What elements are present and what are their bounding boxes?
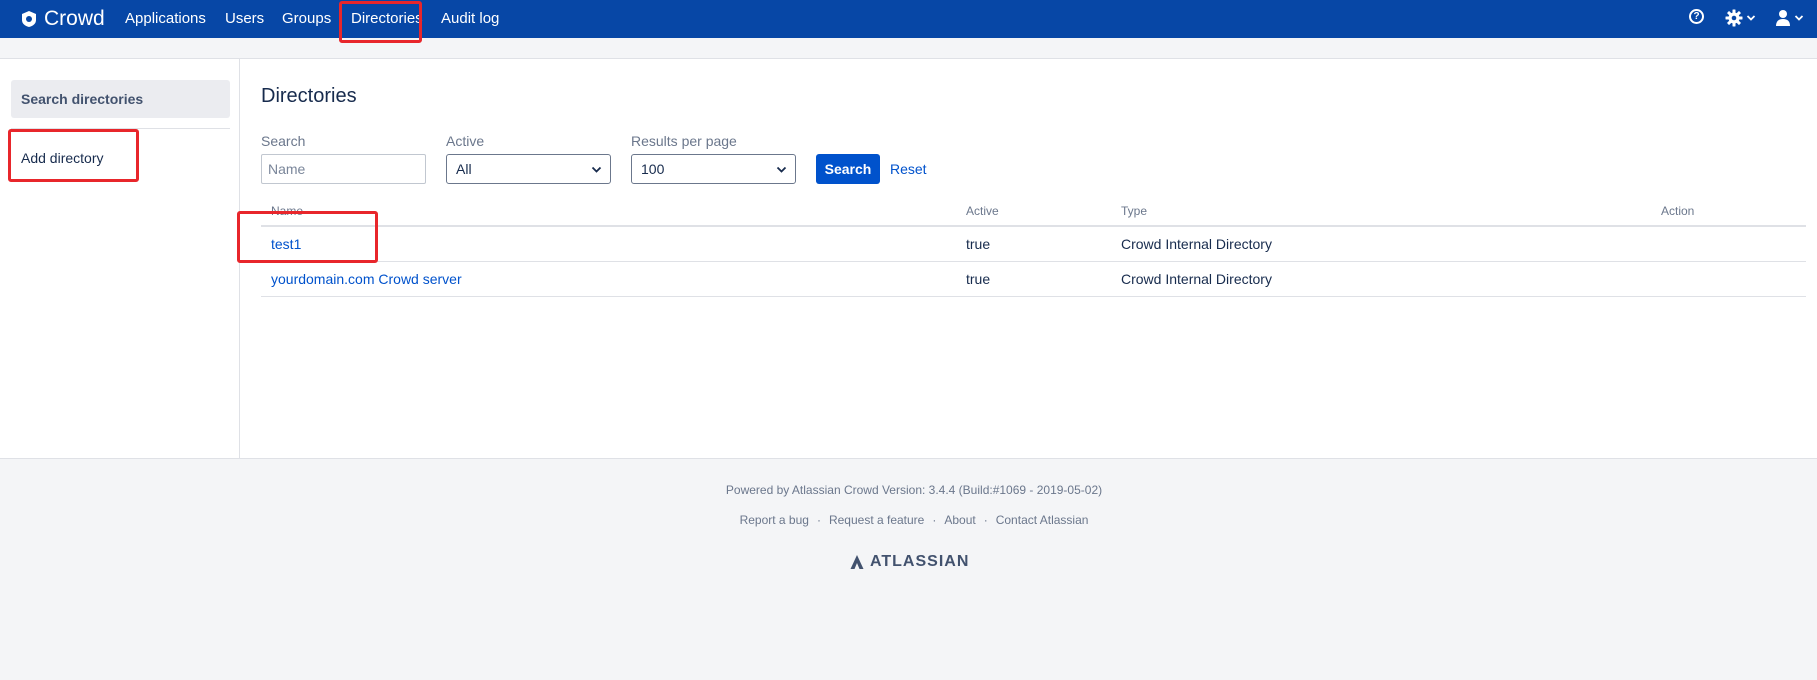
column-header-type: Type: [1121, 204, 1148, 218]
column-header-active: Active: [966, 204, 999, 218]
nav-directories[interactable]: Directories: [351, 10, 423, 28]
chevron-down-icon: [1794, 15, 1804, 21]
footer-separator: ·: [932, 513, 937, 527]
gear-icon: [1725, 9, 1743, 27]
nav-audit-log[interactable]: Audit log: [441, 10, 499, 28]
chevron-down-icon: [776, 166, 787, 173]
sidebar-divider: [11, 128, 230, 129]
content-area: Directories Search Active Results per pa…: [241, 59, 1817, 458]
sidebar: Search directories Add directory: [0, 59, 240, 458]
results-per-page-value: 100: [641, 161, 665, 177]
table-row: test1 true Crowd Internal Directory: [261, 227, 1806, 262]
directory-active-value: true: [966, 271, 991, 287]
footer-link-report-bug[interactable]: Report a bug: [740, 513, 809, 527]
brand-name: Crowd: [44, 7, 105, 30]
chevron-down-icon: [591, 166, 602, 173]
active-select-value: All: [456, 161, 472, 177]
footer-separator: ·: [983, 513, 988, 527]
atlassian-logo-text: ATLASSIAN: [870, 553, 970, 570]
crowd-logo-icon: [22, 11, 36, 27]
page-title: Directories: [261, 85, 357, 107]
search-input[interactable]: [261, 154, 426, 184]
nav-users[interactable]: Users: [225, 10, 264, 28]
sidebar-item-add-directory[interactable]: Add directory: [21, 149, 103, 167]
nav-groups[interactable]: Groups: [282, 10, 331, 28]
directory-name-link[interactable]: test1: [271, 236, 301, 253]
sidebar-item-search-directories[interactable]: Search directories: [11, 80, 230, 118]
settings-menu-button[interactable]: [1725, 9, 1756, 27]
column-header-action: Action: [1661, 204, 1695, 218]
atlassian-logo[interactable]: ATLASSIAN: [849, 553, 969, 571]
search-button[interactable]: Search: [816, 154, 880, 184]
atlassian-logo-icon: [850, 555, 864, 569]
footer-link-contact-atlassian[interactable]: Contact Atlassian: [996, 513, 1089, 527]
reset-link[interactable]: Reset: [890, 160, 927, 178]
column-header-name[interactable]: Name: [271, 204, 303, 218]
table-header: Name Active Type Action: [261, 197, 1806, 227]
user-icon: [1776, 10, 1790, 26]
results-per-page-select[interactable]: 100: [631, 154, 796, 184]
chevron-down-icon: [1746, 15, 1756, 21]
footer-version-info: Powered by Atlassian Crowd Version: 3.4.…: [725, 483, 1103, 497]
nav-applications[interactable]: Applications: [125, 10, 206, 28]
directory-active-value: true: [966, 236, 991, 252]
main-panel: Search directories Add directory Directo…: [0, 58, 1817, 459]
directory-type-value: Crowd Internal Directory: [1121, 271, 1272, 287]
footer-link-about[interactable]: About: [944, 513, 975, 527]
search-label: Search: [261, 133, 306, 149]
results-per-page-label: Results per page: [631, 133, 737, 149]
directory-name-link[interactable]: yourdomain.com Crowd server: [271, 271, 462, 288]
table-row: yourdomain.com Crowd server true Crowd I…: [261, 262, 1806, 297]
top-navigation-bar: Crowd Applications Users Groups Director…: [0, 0, 1817, 38]
help-icon: ?: [1689, 9, 1704, 24]
footer-link-request-feature[interactable]: Request a feature: [829, 513, 924, 527]
active-label: Active: [446, 133, 485, 149]
crowd-logo[interactable]: Crowd: [20, 6, 105, 32]
footer-separator: ·: [816, 513, 821, 527]
active-select[interactable]: All: [446, 154, 611, 184]
user-menu-button[interactable]: [1775, 9, 1804, 27]
directory-type-value: Crowd Internal Directory: [1121, 236, 1272, 252]
footer-links: Report a bug · Request a feature · About · Con…: [0, 513, 1817, 528]
help-button[interactable]: ?: [1689, 9, 1704, 24]
